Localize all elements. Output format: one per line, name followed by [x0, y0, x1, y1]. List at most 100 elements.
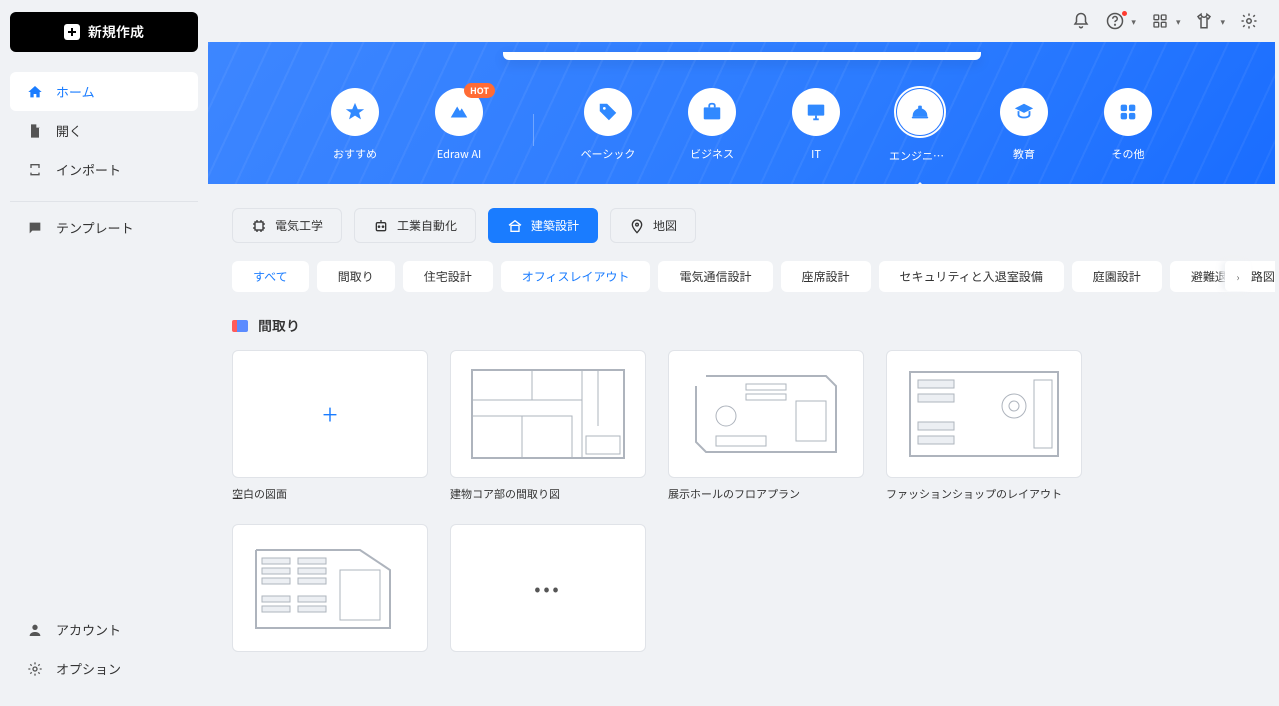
sidebar-item-options[interactable]: オプション	[10, 649, 198, 688]
template-card[interactable]: 建物コア部の間取り図	[450, 350, 646, 502]
main: ▾ ▾ ▾ おすすめ HOT Edraw AI ベーシック ビジネス IT エンジニア...…	[208, 0, 1279, 706]
content[interactable]: おすすめHOTEdraw AIベーシックビジネスITエンジニア...教育その他 …	[208, 42, 1279, 706]
card-title: 展示ホールのフロアプラン	[668, 486, 864, 502]
hero-cat-education[interactable]: 教育	[994, 88, 1054, 164]
download-icon	[26, 161, 44, 179]
filter-chip[interactable]: 座席設計	[781, 261, 871, 292]
subtab-arch[interactable]: 建築設計	[488, 208, 598, 243]
grad-icon	[1000, 88, 1048, 136]
hero-cat-recommend[interactable]: おすすめ	[325, 88, 385, 164]
card-title: 建物コア部の間取り図	[450, 486, 646, 502]
section-flag-icon	[232, 320, 248, 332]
sidebar-item-open[interactable]: 開く	[10, 111, 198, 150]
filter-chip[interactable]: セキュリティと入退室設備	[879, 261, 1064, 292]
template-card[interactable]: 展示ホールのフロアプラン	[668, 350, 864, 502]
filter-chip[interactable]: 庭園設計	[1072, 261, 1162, 292]
hero-cat-label: ビジネス	[690, 146, 734, 162]
chevron-down-icon[interactable]: ▾	[1131, 15, 1136, 28]
grid-icon	[1104, 88, 1152, 136]
card-thumb	[232, 524, 428, 652]
hot-badge: HOT	[464, 83, 495, 98]
hero: おすすめ HOT Edraw AI ベーシック ビジネス IT エンジニア... 教育 その他	[208, 42, 1275, 184]
sidebar-item-account[interactable]: アカウント	[10, 610, 198, 649]
briefcase-icon	[688, 88, 736, 136]
apps-icon[interactable]	[1150, 11, 1170, 31]
sidebar-item-import[interactable]: インポート	[10, 150, 198, 189]
hero-cat-label: おすすめ	[333, 146, 377, 162]
star-icon	[331, 88, 379, 136]
shirt-icon[interactable]	[1194, 11, 1214, 31]
robot-icon	[373, 218, 389, 234]
subtab-ee[interactable]: 電気工学	[232, 208, 342, 243]
template-card[interactable]: ファッションショップのレイアウト	[886, 350, 1082, 502]
subtab-label: 電気工学	[275, 217, 323, 234]
card-title: ファッションショップのレイアウト	[886, 486, 1082, 502]
subtab-label: 建築設計	[531, 217, 579, 234]
hero-cat-business[interactable]: ビジネス	[682, 88, 742, 164]
template-card[interactable]: •••	[450, 524, 646, 652]
card-thumb: +	[232, 350, 428, 478]
chat-icon	[26, 219, 44, 237]
filter-chip[interactable]: 電気通信設計	[658, 261, 772, 292]
filter-chip[interactable]: 間取り	[317, 261, 395, 292]
pin-icon	[629, 218, 645, 234]
card-thumb	[886, 350, 1082, 478]
hardhat-icon	[894, 88, 946, 138]
new-button[interactable]: 新規作成	[10, 12, 198, 52]
hero-cat-basic[interactable]: ベーシック	[578, 88, 638, 164]
bell-icon[interactable]	[1071, 11, 1091, 31]
filters: すべて間取り住宅設計オフィスレイアウト電気通信設計座席設計セキュリティと入退室設…	[208, 253, 1275, 308]
hero-cat-engineer[interactable]: エンジニア...	[890, 88, 950, 164]
sidebar-secondary: テンプレート	[10, 201, 198, 253]
ai-icon: HOT	[435, 88, 483, 136]
chevron-down-icon[interactable]: ▾	[1176, 15, 1181, 28]
sidebar-item-home[interactable]: ホーム	[10, 72, 198, 111]
subtab-ia[interactable]: 工業自動化	[354, 208, 476, 243]
tag-icon	[584, 88, 632, 136]
help-icon[interactable]	[1105, 11, 1125, 31]
home-icon	[26, 83, 44, 101]
sidebar: 新規作成 ホーム開くインポート テンプレート アカウントオプション	[0, 0, 208, 706]
hero-cat-label: IT	[811, 146, 821, 162]
filter-scroll-right[interactable]: ›	[1225, 261, 1251, 291]
subtabs: 電気工学 工業自動化 建築設計 地図	[208, 184, 1275, 253]
filter-chip[interactable]: オフィスレイアウト	[501, 261, 651, 292]
card-thumb	[450, 350, 646, 478]
monitor-icon	[792, 88, 840, 136]
sidebar-item-label: テンプレート	[56, 218, 134, 237]
sidebar-item-label: インポート	[56, 160, 121, 179]
hero-cat-it[interactable]: IT	[786, 88, 846, 164]
hero-cat-label: エンジニア...	[889, 148, 951, 164]
sidebar-item-template[interactable]: テンプレート	[10, 208, 198, 247]
card-thumb	[668, 350, 864, 478]
file-icon	[26, 122, 44, 140]
subtab-map[interactable]: 地図	[610, 208, 696, 243]
hero-cat-ai[interactable]: HOT Edraw AI	[429, 88, 489, 164]
section-title: 間取り	[258, 316, 300, 336]
filter-chip[interactable]: 避難退出経路図	[1170, 261, 1275, 292]
hero-cat-other[interactable]: その他	[1098, 88, 1158, 164]
new-label: 新規作成	[88, 22, 144, 42]
filter-chip[interactable]: すべて	[232, 261, 309, 292]
chip-icon	[251, 218, 267, 234]
card-thumb: •••	[450, 524, 646, 652]
sidebar-item-label: オプション	[56, 659, 121, 678]
gear-icon[interactable]	[1239, 11, 1259, 31]
hero-cat-label: その他	[1112, 146, 1145, 162]
toolbar: ▾ ▾ ▾	[208, 0, 1279, 42]
chevron-down-icon[interactable]: ▾	[1220, 15, 1225, 28]
plus-icon: +	[323, 394, 338, 434]
sidebar-item-label: 開く	[56, 121, 82, 140]
template-card[interactable]	[232, 524, 428, 652]
hero-cat-label: ベーシック	[581, 146, 636, 162]
sidebar-item-label: アカウント	[56, 620, 121, 639]
template-card[interactable]: + 空白の図面	[232, 350, 428, 502]
sidebar-item-label: ホーム	[56, 82, 95, 101]
house-icon	[507, 218, 523, 234]
hero-cat-label: Edraw AI	[437, 146, 481, 162]
more-icon: •••	[534, 576, 561, 600]
hero-cat-label: 教育	[1013, 146, 1035, 162]
filter-chip[interactable]: 住宅設計	[403, 261, 493, 292]
gear-icon	[26, 660, 44, 678]
card-title: 空白の図面	[232, 486, 428, 502]
